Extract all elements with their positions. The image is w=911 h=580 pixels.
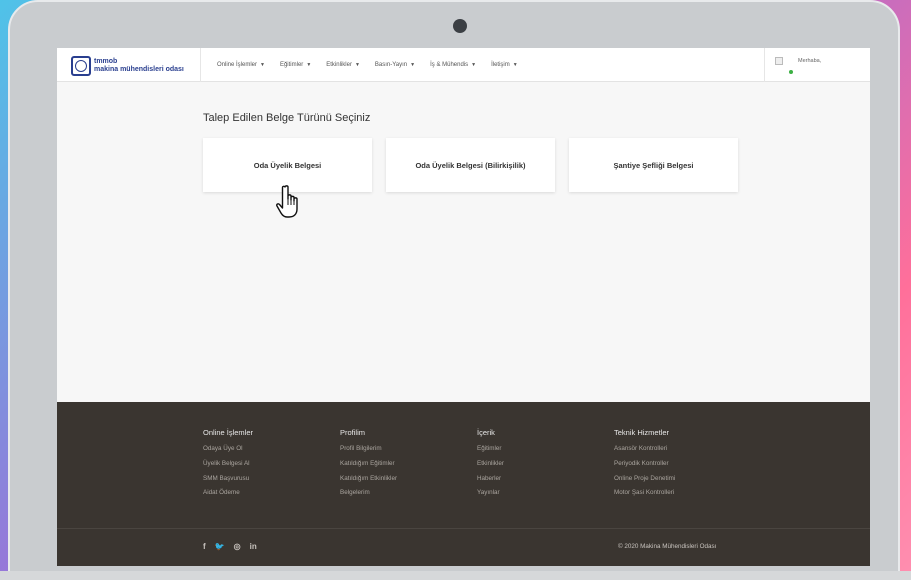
logo-line2: makina mühendisleri odası xyxy=(94,66,184,73)
footer-col-title: Profilim xyxy=(340,428,366,437)
nav-menu: Online İşlemler ▼ Eğitimler ▼ Etkinlikler ▼… xyxy=(217,48,533,82)
facebook-icon[interactable]: f xyxy=(203,542,206,551)
caret-down-icon: ▼ xyxy=(354,62,360,68)
caret-down-icon: ▼ xyxy=(306,62,312,68)
footer-link[interactable]: Katıldığım Etkinlikler xyxy=(340,475,477,482)
user-menu[interactable] xyxy=(775,57,793,74)
document-type-cards: Oda Üyelik Belgesi Oda Üyelik Belgesi (B… xyxy=(203,138,752,192)
navbar: tmmob makina mühendisleri odası Online İ… xyxy=(57,48,870,82)
footer-link[interactable]: Aidat Ödeme xyxy=(203,489,340,496)
footer: Online İşlemler Odaya Üye Ol Üyelik Belg… xyxy=(57,402,870,566)
nav-item-is-muhendis[interactable]: İş & Mühendis ▼ xyxy=(430,62,476,68)
footer-col-title: Online İşlemler xyxy=(203,428,254,437)
footer-link[interactable]: Profil Bilgilerim xyxy=(340,445,477,452)
footer-link[interactable]: Belgelerim xyxy=(340,489,477,496)
footer-link[interactable]: Online Proje Denetimi xyxy=(614,475,751,482)
footer-col-online-islemler: Online İşlemler Odaya Üye Ol Üyelik Belg… xyxy=(203,428,340,504)
footer-col-title: Teknik Hizmetler xyxy=(614,428,670,437)
page-title: Talep Edilen Belge Türünü Seçiniz xyxy=(203,112,371,124)
avatar xyxy=(775,57,783,65)
footer-link[interactable]: Üyelik Belgesi Al xyxy=(203,460,340,467)
caret-down-icon: ▼ xyxy=(260,62,265,68)
nav-divider xyxy=(200,48,201,82)
laptop-base xyxy=(0,571,911,580)
nav-item-egitimler[interactable]: Eğitimler ▼ xyxy=(280,62,311,68)
linkedin-icon[interactable]: in xyxy=(250,542,257,551)
footer-columns: Online İşlemler Odaya Üye Ol Üyelik Belg… xyxy=(203,428,751,504)
footer-link[interactable]: Motor Şasi Kontrolleri xyxy=(614,489,751,496)
logo[interactable]: tmmob makina mühendisleri odası xyxy=(71,55,184,77)
footer-link[interactable]: Yayınlar xyxy=(477,489,614,496)
webcam xyxy=(453,19,467,33)
nav-item-etkinlikler[interactable]: Etkinlikler ▼ xyxy=(326,62,360,68)
user-greeting: Merhaba, xyxy=(798,58,822,64)
footer-col-title: İçerik xyxy=(477,428,495,437)
caret-down-icon: ▼ xyxy=(512,62,518,68)
social-links: f 🐦 ◎ in xyxy=(203,542,266,551)
footer-col-teknik-hizmetler: Teknik Hizmetler Asansör Kontrolleri Per… xyxy=(614,428,751,504)
hand-pointer-icon xyxy=(276,185,298,218)
footer-link[interactable]: Asansör Kontrolleri xyxy=(614,445,751,452)
footer-link[interactable]: Periyodik Kontroller xyxy=(614,460,751,467)
logo-line1: tmmob xyxy=(94,58,118,65)
footer-col-profilim: Profilim Profil Bilgilerim Katıldığım Eğ… xyxy=(340,428,477,504)
footer-link[interactable]: Odaya Üye Ol xyxy=(203,445,340,452)
footer-link[interactable]: Eğitimler xyxy=(477,445,614,452)
nav-item-basin-yayin[interactable]: Basın-Yayın ▼ xyxy=(375,62,415,68)
nav-item-iletisim[interactable]: İletişim ▼ xyxy=(491,62,518,68)
nav-divider xyxy=(764,48,765,82)
laptop-frame: tmmob makina mühendisleri odası Online İ… xyxy=(8,0,900,580)
twitter-icon[interactable]: 🐦 xyxy=(215,542,225,551)
browser-screen: tmmob makina mühendisleri odası Online İ… xyxy=(57,48,870,566)
footer-link[interactable]: Katıldığım Eğitimler xyxy=(340,460,477,467)
logo-emblem-icon xyxy=(71,56,91,76)
instagram-icon[interactable]: ◎ xyxy=(234,542,241,551)
card-oda-uyelik-bilirkisilik[interactable]: Oda Üyelik Belgesi (Bilirkişilik) xyxy=(386,138,555,192)
copyright: © 2020 Makina Mühendisleri Odası xyxy=(618,543,717,550)
footer-link[interactable]: Haberler xyxy=(477,475,614,482)
online-status-icon xyxy=(789,70,793,74)
card-oda-uyelik-belgesi[interactable]: Oda Üyelik Belgesi xyxy=(203,138,372,192)
footer-col-icerik: İçerik Eğitimler Etkinlikler Haberler Ya… xyxy=(477,428,614,504)
footer-divider xyxy=(57,528,870,529)
footer-link[interactable]: Etkinlikler xyxy=(477,460,614,467)
footer-link[interactable]: SMM Başvurusu xyxy=(203,475,340,482)
caret-down-icon: ▼ xyxy=(410,62,416,68)
caret-down-icon: ▼ xyxy=(471,62,477,68)
nav-item-online-islemler[interactable]: Online İşlemler ▼ xyxy=(217,62,265,68)
card-santiye-sefligi-belgesi[interactable]: Şantiye Şefliği Belgesi xyxy=(569,138,738,192)
